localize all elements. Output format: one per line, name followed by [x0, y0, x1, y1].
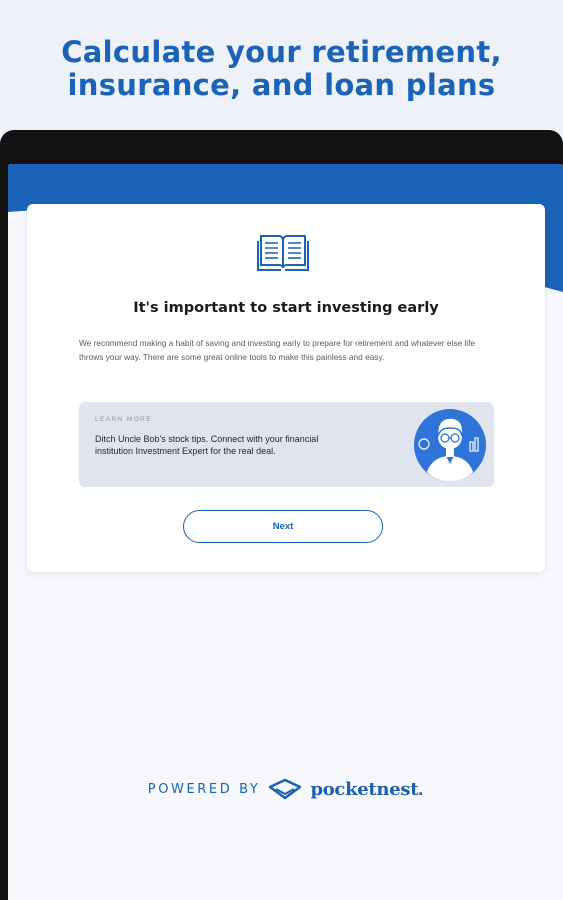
next-button[interactable]: Next	[183, 510, 383, 543]
onboarding-card: It's important to start investing early …	[27, 204, 545, 572]
powered-by-footer: POWERED BY pocketnest .	[8, 776, 563, 802]
powered-by-label: POWERED BY	[147, 781, 261, 797]
pocketnest-brand-name: pocketnest	[310, 778, 419, 800]
promo-headline-line-2: insurance, and loan plans	[67, 68, 496, 102]
investment-expert-avatar	[414, 409, 486, 481]
open-book-icon	[257, 235, 309, 271]
promo-headline-line-1: Calculate your retirement,	[61, 35, 502, 69]
learn-more-box[interactable]: LEARN MORE Ditch Uncle Bob's stock tips.…	[79, 402, 494, 487]
pocketnest-logo-icon	[269, 778, 302, 800]
pocketnest-brand-dot: .	[418, 778, 424, 799]
promo-headline: Calculate your retirement, insurance, an…	[0, 36, 563, 102]
learn-more-label: LEARN MORE	[95, 416, 152, 423]
learn-more-text: Ditch Uncle Bob's stock tips. Connect wi…	[95, 434, 319, 456]
card-title: It's important to start investing early	[133, 300, 439, 316]
app-screen: It's important to start investing early …	[8, 164, 563, 900]
card-body-text: We recommend making a habit of saving an…	[79, 338, 475, 362]
